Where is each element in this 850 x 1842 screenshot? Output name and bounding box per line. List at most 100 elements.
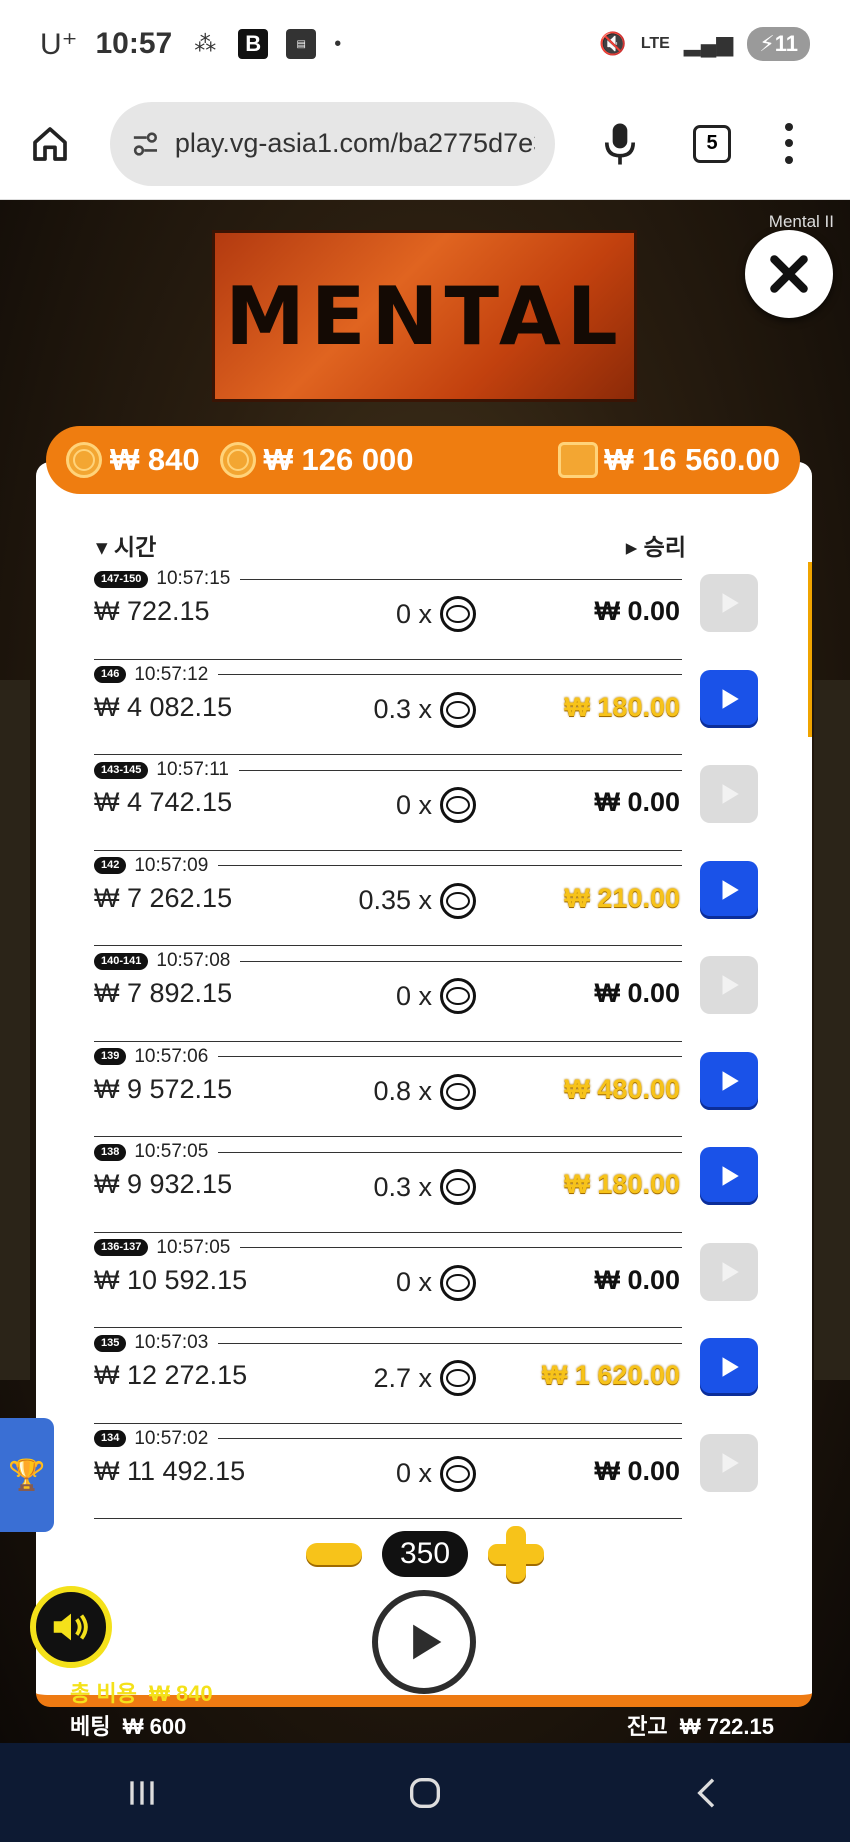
row-balance: ₩ 12 272.15 <box>94 1360 248 1390</box>
address-bar[interactable]: play.vg-asia1.com/ba2775d7e3 <box>110 101 555 186</box>
multiplier-value: 0.3 x <box>373 1171 432 1202</box>
more-menu-button[interactable] <box>779 119 799 169</box>
signal-icon: ▂▄▆ <box>683 31 734 56</box>
play-icon <box>722 879 739 900</box>
row-time: 10:57:09 <box>134 854 209 876</box>
row-header: 136-137 10:57:05 <box>94 1235 682 1261</box>
divider <box>240 960 682 962</box>
history-row: 147-150 10:57:15 ₩ 722.15 0 x ₩ 0.00 <box>36 564 812 660</box>
total-cost: 총 비용 ₩ 840 <box>70 1676 213 1708</box>
close-icon <box>770 255 808 293</box>
spin-button[interactable] <box>372 1590 476 1694</box>
divider <box>238 769 682 771</box>
row-header: 139 10:57:06 <box>94 1044 682 1070</box>
row-balance: ₩ 7 892.15 <box>94 978 233 1008</box>
replay-button[interactable] <box>700 669 758 728</box>
replay-button[interactable] <box>700 1433 758 1492</box>
play-icon <box>722 975 739 995</box>
round-badge: 134 <box>94 1430 127 1447</box>
row-multiplier: 0 x <box>336 978 476 1014</box>
replay-button[interactable] <box>700 765 758 823</box>
back-icon <box>697 1777 715 1808</box>
row-win: ₩ 180.00 <box>564 691 680 722</box>
bet-amount: ₩ 600 <box>122 1714 187 1739</box>
coin-icon <box>440 596 476 632</box>
history-list: 147-150 10:57:15 ₩ 722.15 0 x ₩ 0.00 146 10:57… <box>36 564 812 1519</box>
history-row: 140-141 10:57:08 ₩ 7 892.15 0 x ₩ 0.00 <box>36 946 812 1042</box>
sort-by-win[interactable]: ▸ 승리 <box>626 528 686 562</box>
b-app-icon: B <box>238 29 269 59</box>
coin-icon <box>440 1455 476 1492</box>
coin-icon <box>219 442 256 478</box>
row-multiplier: 0 x <box>336 787 476 823</box>
replay-button[interactable] <box>700 860 758 919</box>
row-win: ₩ 0.00 <box>594 596 680 626</box>
bet-label: 베팅 <box>70 1714 111 1739</box>
home-button[interactable] <box>20 114 80 174</box>
history-row: 142 10:57:09 ₩ 7 262.15 0.35 x ₩ 210.00 <box>36 851 812 946</box>
replay-button[interactable] <box>700 1242 758 1301</box>
row-balance: ₩ 4 742.15 <box>94 787 233 817</box>
multiplier-value: 0.3 x <box>373 694 432 724</box>
round-badge: 147-150 <box>94 570 149 588</box>
replay-button[interactable] <box>700 574 758 632</box>
back-button[interactable] <box>678 1763 738 1823</box>
recent-apps-button[interactable] <box>112 1763 172 1823</box>
wallet-balance: ₩ 16 560.00 <box>558 442 780 478</box>
row-win: ₩ 1 620.00 <box>541 1360 680 1390</box>
app-notification-icon: ⁂ <box>194 31 217 56</box>
multiplier-value: 2.7 x <box>373 1362 432 1393</box>
leaderboard-button[interactable]: 🏆 <box>0 1418 54 1532</box>
row-time: 10:57:15 <box>156 568 231 589</box>
history-row: 135 10:57:03 ₩ 12 272.15 2.7 x ₩ 1 620.00 <box>36 1328 812 1424</box>
logo-text: MENTAL <box>225 269 624 363</box>
decrease-bet-button[interactable] <box>306 1543 362 1565</box>
carrier: U⁺ <box>40 27 78 61</box>
dot <box>785 156 793 165</box>
close-button[interactable] <box>745 230 833 318</box>
sound-toggle-button[interactable] <box>30 1586 112 1668</box>
round-badge: 146 <box>94 666 127 683</box>
replay-button[interactable] <box>700 1051 758 1110</box>
row-time: 10:57:06 <box>134 1045 209 1067</box>
row-header: 135 10:57:03 <box>94 1330 682 1356</box>
row-multiplier: 0 x <box>336 1264 476 1301</box>
row-time: 10:57:11 <box>156 759 229 780</box>
voice-search-button[interactable] <box>595 114 645 174</box>
divider <box>218 674 682 675</box>
round-badge: 138 <box>94 1143 127 1161</box>
round-badge: 135 <box>94 1334 127 1352</box>
history-row: 136-137 10:57:05 ₩ 10 592.15 0 x ₩ 0.00 <box>36 1233 812 1328</box>
replay-button[interactable] <box>700 956 758 1014</box>
coin-icon <box>440 787 476 823</box>
row-multiplier: 2.7 x <box>336 1360 476 1396</box>
replay-button[interactable] <box>700 1147 758 1205</box>
play-icon <box>722 1261 739 1282</box>
row-time: 10:57:05 <box>134 1141 209 1162</box>
coin-icon <box>66 442 102 478</box>
recent-apps-icon <box>129 1780 154 1805</box>
tab-switcher-button[interactable]: 5 <box>693 124 731 163</box>
balance-value: ₩ 722.15 <box>679 1714 774 1739</box>
microphone-icon <box>604 122 636 165</box>
row-header: 143-145 10:57:11 <box>94 757 682 783</box>
home-nav-button[interactable] <box>395 1763 455 1823</box>
play-icon <box>722 784 739 804</box>
multiplier-value: 0 x <box>395 1267 432 1297</box>
multiplier-value: 0 x <box>395 789 432 820</box>
coin-icon <box>440 978 476 1014</box>
increase-bet-button[interactable] <box>488 1526 544 1582</box>
background-wall-right <box>814 680 850 1380</box>
play-icon <box>722 1452 739 1473</box>
row-time: 10:57:03 <box>134 1332 209 1353</box>
row-time: 10:57:05 <box>156 1236 231 1258</box>
sort-by-time[interactable]: ▾ 시간 <box>96 528 156 562</box>
coin-icon <box>440 1073 476 1110</box>
row-balance: ₩ 9 572.15 <box>94 1073 233 1104</box>
replay-button[interactable] <box>700 1338 758 1396</box>
divider <box>240 578 682 580</box>
max-win-value: ₩ 126 000 <box>263 442 414 477</box>
wallet-value: ₩ 16 560.00 <box>604 442 780 477</box>
site-settings-icon[interactable] <box>130 128 161 160</box>
row-multiplier: 0 x <box>336 596 476 632</box>
